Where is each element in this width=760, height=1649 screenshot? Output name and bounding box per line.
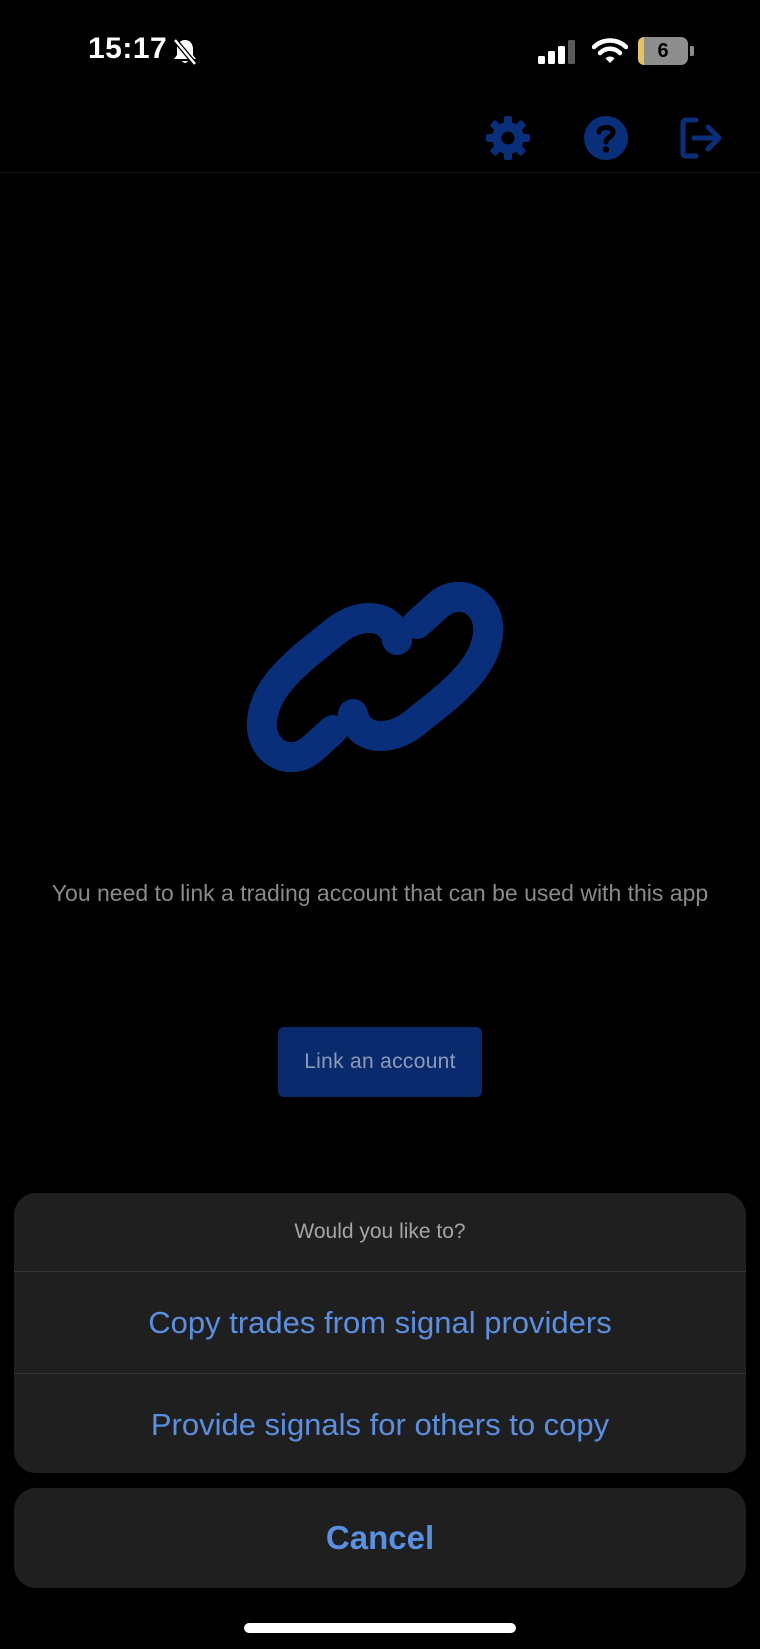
link-account-button[interactable]: Link an account	[278, 1027, 482, 1097]
main-content: You need to link a trading account that …	[0, 172, 760, 1192]
settings-button[interactable]	[484, 114, 532, 162]
help-button[interactable]	[582, 114, 630, 162]
battery-icon: 6	[638, 37, 694, 65]
copy-trades-option[interactable]: Copy trades from signal providers	[14, 1272, 746, 1374]
status-bar: 15:17 6	[0, 0, 760, 100]
bell-slash-icon	[173, 38, 197, 66]
wifi-icon	[592, 38, 628, 63]
cellular-signal-icon	[538, 40, 575, 64]
link-icon	[246, 582, 504, 772]
status-time: 15:17	[88, 32, 168, 65]
home-indicator	[244, 1623, 516, 1633]
gear-icon	[486, 116, 530, 160]
logout-button[interactable]	[678, 114, 726, 162]
cancel-button[interactable]: Cancel	[14, 1488, 746, 1588]
action-sheet: Would you like to? Copy trades from sign…	[14, 1193, 746, 1473]
provide-signals-option[interactable]: Provide signals for others to copy	[14, 1374, 746, 1473]
link-account-message: You need to link a trading account that …	[51, 880, 709, 906]
action-sheet-title: Would you like to?	[14, 1193, 746, 1272]
help-icon	[584, 116, 628, 160]
app-header	[0, 100, 760, 173]
battery-level: 6	[657, 40, 669, 62]
logout-icon	[680, 117, 722, 159]
